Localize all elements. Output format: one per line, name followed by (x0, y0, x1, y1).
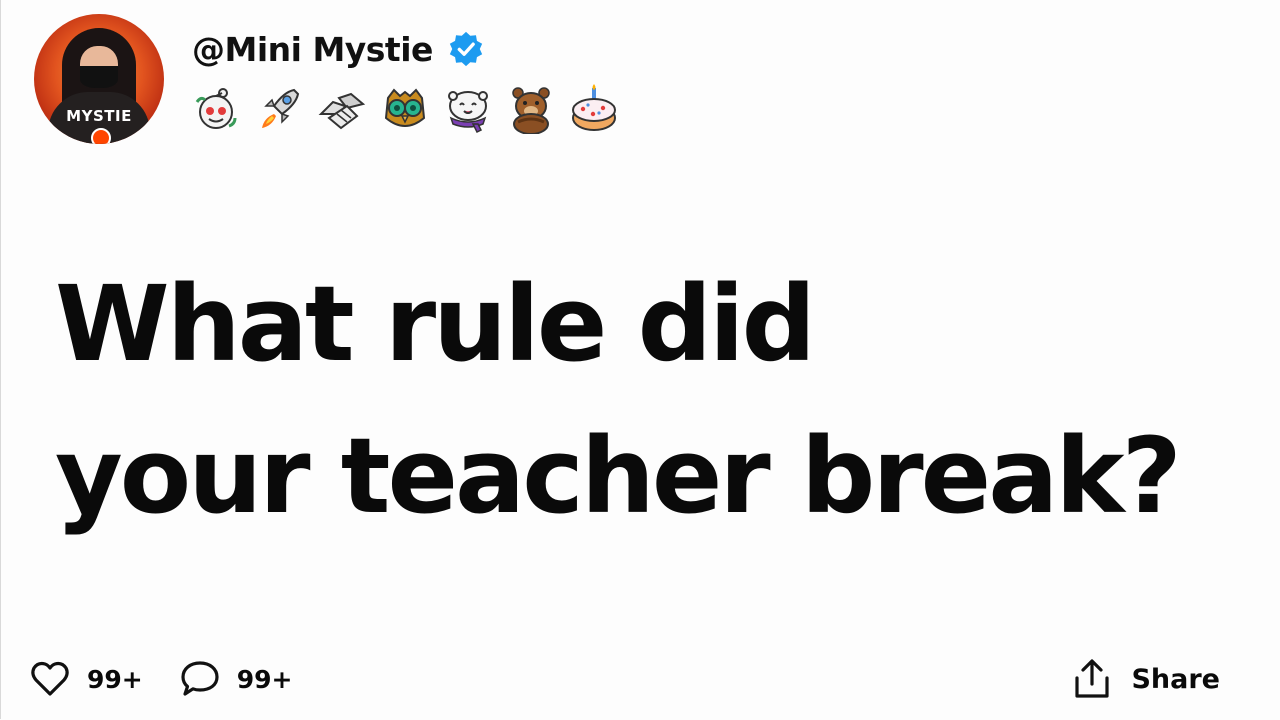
cake-award-icon[interactable] (569, 84, 619, 134)
avatar-mask (80, 66, 118, 88)
share-icon (1075, 659, 1110, 698)
comment-bubble-icon (181, 661, 219, 696)
reddit-badge-icon (91, 128, 111, 144)
author-row: @Mini Mystie (192, 26, 485, 72)
wholesome-snoo-award-icon[interactable] (191, 84, 241, 134)
avatar[interactable]: MYSTIE (34, 14, 164, 144)
awards-row (191, 84, 619, 134)
action-bar: 99+ 99+ Share (29, 654, 1220, 704)
owl-award-icon[interactable] (380, 84, 430, 134)
heart-icon (31, 661, 69, 696)
handshake-award-icon[interactable] (317, 84, 367, 134)
share-label: Share (1131, 663, 1220, 695)
like-count: 99+ (87, 664, 143, 694)
comment-button[interactable]: 99+ (179, 658, 293, 700)
avatar-hoodie-text: MYSTIE (66, 107, 132, 125)
username[interactable]: @Mini Mystie (192, 30, 433, 69)
verified-badge-icon (449, 31, 483, 67)
comment-count: 99+ (236, 664, 293, 694)
post-card: MYSTIE @Mini Mystie What rule did your t… (0, 0, 1280, 719)
post-title-line-1: What rule did (55, 263, 816, 385)
cozy-snoo-scarf-award-icon[interactable] (443, 84, 493, 134)
share-button[interactable]: Share (1071, 658, 1220, 700)
like-button[interactable]: 99+ (29, 658, 143, 700)
post-title-line-2: your teacher break? (55, 415, 1182, 537)
rocket-award-icon[interactable] (254, 84, 304, 134)
post-title: What rule did your teacher break? (55, 248, 1255, 552)
bear-award-icon[interactable] (506, 84, 556, 134)
